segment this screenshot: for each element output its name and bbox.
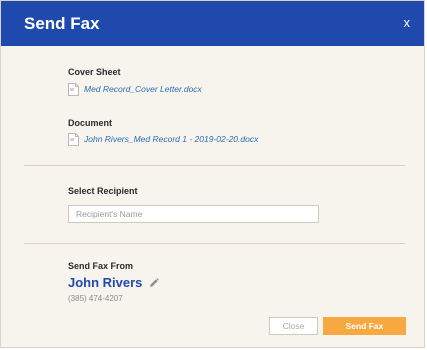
recipient-name-input[interactable] [68,205,319,223]
document-file-link[interactable]: John Rivers_Med Record 1 - 2019-02-20.do… [84,134,258,144]
send-fax-button[interactable]: Send Fax [323,317,406,335]
sender-name: John Rivers [68,275,143,290]
word-document-icon: W [68,82,79,96]
word-document-icon: W [68,132,79,146]
dialog-header: Send Fax x [1,1,424,46]
document-file[interactable]: W John Rivers_Med Record 1 - 2019-02-20.… [68,132,258,146]
document-label: Document [68,118,113,128]
send-fax-from-label: Send Fax From [68,261,134,271]
close-icon[interactable]: x [404,15,411,30]
send-fax-dialog: Send Fax x Cover Sheet W Med Record_Cove… [0,0,425,348]
cover-sheet-label: Cover Sheet [68,67,121,77]
section-divider [24,165,405,166]
pencil-icon[interactable] [149,278,159,288]
cover-sheet-file[interactable]: W Med Record_Cover Letter.docx [68,82,202,96]
cover-sheet-file-link[interactable]: Med Record_Cover Letter.docx [84,84,202,94]
close-button[interactable]: Close [269,317,318,335]
select-recipient-label: Select Recipient [68,186,138,196]
section-divider [24,243,405,244]
dialog-title: Send Fax [24,14,100,33]
sender-phone: (385) 474-4207 [68,294,123,303]
